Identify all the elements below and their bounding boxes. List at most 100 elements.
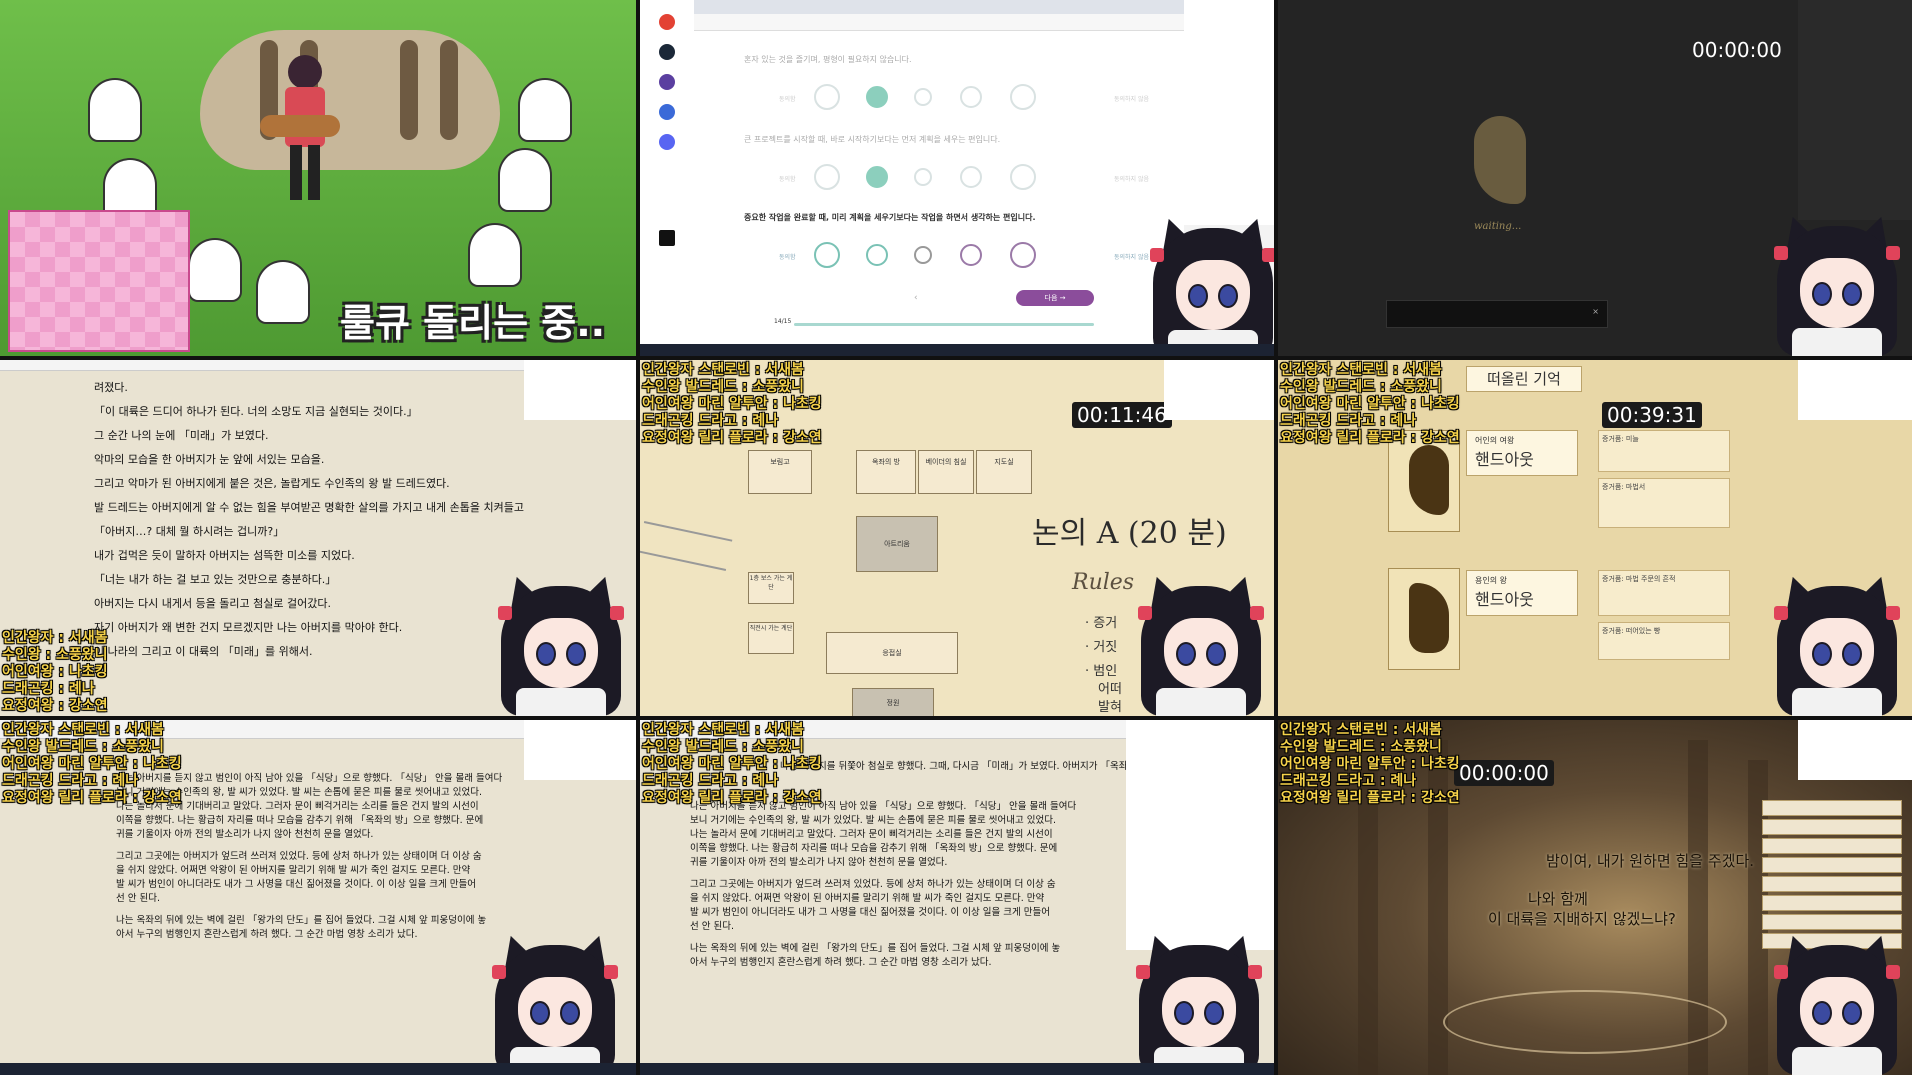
timer: 00:39:31 xyxy=(1602,402,1702,428)
timer: 00:00:00 xyxy=(1692,38,1782,62)
dragon-portrait xyxy=(1388,568,1460,670)
credit-line: 인간왕자 스탠로빈 : 서새봄 xyxy=(1280,362,1442,378)
likert-option[interactable] xyxy=(914,246,932,264)
discord-icon[interactable] xyxy=(659,134,675,150)
browser-tabs[interactable] xyxy=(694,0,1184,14)
cast-credits: 인간왕자 스탠로빈 : 서새봄 수인왕 발드레드 : 소풍왔니 어인여왕 마린 … xyxy=(642,722,822,807)
likert-option[interactable] xyxy=(866,244,888,266)
dialogue-line: 나와 함께 xyxy=(1528,890,1588,908)
likert-option[interactable] xyxy=(914,88,932,106)
credit-line: 어인여왕 마린 알투안 : 나초킹 xyxy=(1280,756,1460,772)
story-line: 그리고 그곳에는 아버지가 엎드려 쓰러져 있었다. 등에 상처 하나가 있는 … xyxy=(690,879,1056,890)
rule-bullet: 어떠 xyxy=(1098,682,1122,697)
ghost-cat-sprite xyxy=(90,80,140,140)
cast-credits: 인간왕자 스탠로빈 : 서새봄 수인왕 발드레드 : 소풍왔니 어인여왕 마린 … xyxy=(2,722,182,807)
list-item[interactable] xyxy=(1762,838,1902,854)
map-room: 직전시 가는 계단 xyxy=(748,622,794,654)
cast-credits: 인간왕자 스탠로빈 : 서새봄 수인왕 발드레드 : 소풍왔니 어인여왕 마린 … xyxy=(1280,362,1460,447)
story-line: 발 드레드는 아버지에게 알 수 없는 힘을 부여받곤 명확한 살의를 가지고 … xyxy=(94,501,525,514)
rule-bullet: · 범인 xyxy=(1085,664,1118,679)
story-line: 자기 아버지가 왜 변한 건지 모르겠지만 나는 아버지를 막아야 한다. xyxy=(94,621,403,634)
likert-option-selected[interactable] xyxy=(866,166,888,188)
likert-row xyxy=(814,242,1036,268)
evidence-note[interactable]: 증거품: 마법서 xyxy=(1598,478,1730,528)
credit-line: 드래곤킹 : 례나 xyxy=(2,681,95,697)
likert-option[interactable] xyxy=(814,84,840,110)
evidence-label: 증거품: 미늘 xyxy=(1602,435,1639,443)
credit-line: 어인여왕 : 나초킹 xyxy=(2,664,108,680)
likert-option[interactable] xyxy=(914,168,932,186)
story-line: 그리고 악마가 된 아버지에게 붙은 것은, 놀랍게도 수인족의 왕 발 드레드… xyxy=(94,477,450,490)
story-line: 나는 놀라서 문에 기대버리고 말았다. 그러자 문이 삐걱거리는 소리를 들은… xyxy=(690,829,1053,840)
likert-option[interactable] xyxy=(1010,84,1036,110)
map-room: 아트리움 xyxy=(856,516,938,572)
list-item[interactable] xyxy=(1762,876,1902,892)
list-item[interactable] xyxy=(1762,857,1902,873)
likert-option[interactable] xyxy=(960,244,982,266)
vtuber-avatar xyxy=(480,930,630,1075)
next-button[interactable]: 다음 → xyxy=(1016,290,1094,306)
chevron-left-icon[interactable]: ‹ xyxy=(914,293,918,303)
timer: 00:11:46 xyxy=(1072,402,1172,428)
steam-icon[interactable] xyxy=(659,44,675,60)
evidence-note[interactable]: 증거품: 마법 주문의 흔적 xyxy=(1598,570,1730,616)
story-line: 려졌다. xyxy=(94,381,128,394)
question-text: 큰 프로젝트를 시작할 때, 바로 시작하기보다는 먼저 계획을 세우는 편입니… xyxy=(744,135,1001,144)
vtuber-avatar xyxy=(1124,930,1274,1075)
credit-line: 어인여왕 마린 알투안 : 나초킹 xyxy=(642,396,822,412)
handout-card[interactable]: 용인의 왕 핸드아웃 xyxy=(1466,570,1578,616)
likert-option[interactable] xyxy=(1010,242,1036,268)
close-icon[interactable]: × xyxy=(1592,307,1599,316)
pink-checker-panel xyxy=(8,210,190,352)
story-line: 그 순간 나의 눈에 「미래」가 보였다. xyxy=(94,429,269,442)
taskbar xyxy=(0,1063,636,1075)
magic-circle xyxy=(1443,990,1727,1054)
rule-bullet: · 거짓 xyxy=(1085,640,1118,655)
credit-line: 요정여왕 릴리 플로라 : 강소연 xyxy=(1280,790,1460,806)
memory-header: 떠올린 기억 xyxy=(1466,366,1582,392)
list-item[interactable] xyxy=(1762,800,1902,816)
timer: 00:00:00 xyxy=(1454,760,1554,786)
evidence-note[interactable]: 증거품: 떠어있는 빵 xyxy=(1598,622,1730,660)
story-line: 을 쉬지 않았다. 어쩌면 악왕이 된 아버지를 말리기 위해 발 씨가 죽인 … xyxy=(116,865,471,876)
panel-waiting-screen: 00:00:00 waiting... × xyxy=(1278,0,1912,356)
story-line: 귀를 기울이자 아까 전의 발소리가 나지 않아 천천히 문을 열었다. xyxy=(116,829,374,840)
evidence-note[interactable]: 증거품: 미늘 xyxy=(1598,430,1730,472)
likert-option[interactable] xyxy=(1010,164,1036,190)
story-line: 그리고 그곳에는 아버지가 엎드려 쓰러져 있었다. 등에 상처 하나가 있는 … xyxy=(116,851,482,862)
question-text-active: 중요한 작업을 완료할 때, 미리 계획을 세우기보다는 작업을 하면서 생각하… xyxy=(744,213,1036,222)
panel-story-document: 나는 아버지를 듣지 않고 범인이 아직 남아 있을 「식당」으로 향했다. 「… xyxy=(0,720,636,1075)
map-room: 보림고 xyxy=(748,450,812,494)
story-line: 이 나라의 그리고 이 대륙의 「미래」를 위해서. xyxy=(94,645,313,658)
cast-credits: 인간왕자 스탠로빈 : 서새봄 수인왕 발드레드 : 소풍왔니 어인여왕 마린 … xyxy=(1280,722,1460,807)
panel-game-lobby: 룰큐 돌리는 중.. xyxy=(0,0,636,356)
credit-line: 드래곤킹 드라고 : 례나 xyxy=(642,773,779,789)
list-item[interactable] xyxy=(1762,914,1902,930)
handout-card[interactable]: 어인의 여왕 핸드아웃 xyxy=(1466,430,1578,476)
credit-line: 수인왕 발드레드 : 소풍왔니 xyxy=(1280,379,1442,395)
list-item[interactable] xyxy=(1762,895,1902,911)
address-bar[interactable] xyxy=(694,14,1184,31)
chat-panel xyxy=(1164,360,1274,420)
app-icon[interactable] xyxy=(659,74,675,90)
map-room: 베이더의 침실 xyxy=(918,450,974,494)
credit-line: 드래곤킹 드라고 : 례나 xyxy=(1280,773,1417,789)
likert-option[interactable] xyxy=(814,242,840,268)
mini-player-bar[interactable]: × xyxy=(1386,300,1608,328)
app-icon[interactable] xyxy=(659,104,675,120)
likert-option-selected[interactable] xyxy=(866,86,888,108)
evidence-label: 증거품: 마법 주문의 흔적 xyxy=(1602,575,1676,583)
chat-panel xyxy=(524,360,636,420)
likert-option[interactable] xyxy=(960,166,982,188)
credit-line: 인간왕자 스탠로빈 : 서새봄 xyxy=(2,722,164,738)
app-icon[interactable] xyxy=(659,230,675,246)
likert-option[interactable] xyxy=(960,86,982,108)
chrome-icon[interactable] xyxy=(659,14,675,30)
ghost-cat-sprite xyxy=(190,240,240,300)
rules-heading: Rules xyxy=(1072,570,1135,595)
map-room: 응접실 xyxy=(826,632,958,674)
evidence-label: 증거품: 마법서 xyxy=(1602,483,1646,491)
list-item[interactable] xyxy=(1762,819,1902,835)
likert-option[interactable] xyxy=(814,164,840,190)
credit-line: 수인왕 발드레드 : 소풍왔니 xyxy=(2,739,164,755)
